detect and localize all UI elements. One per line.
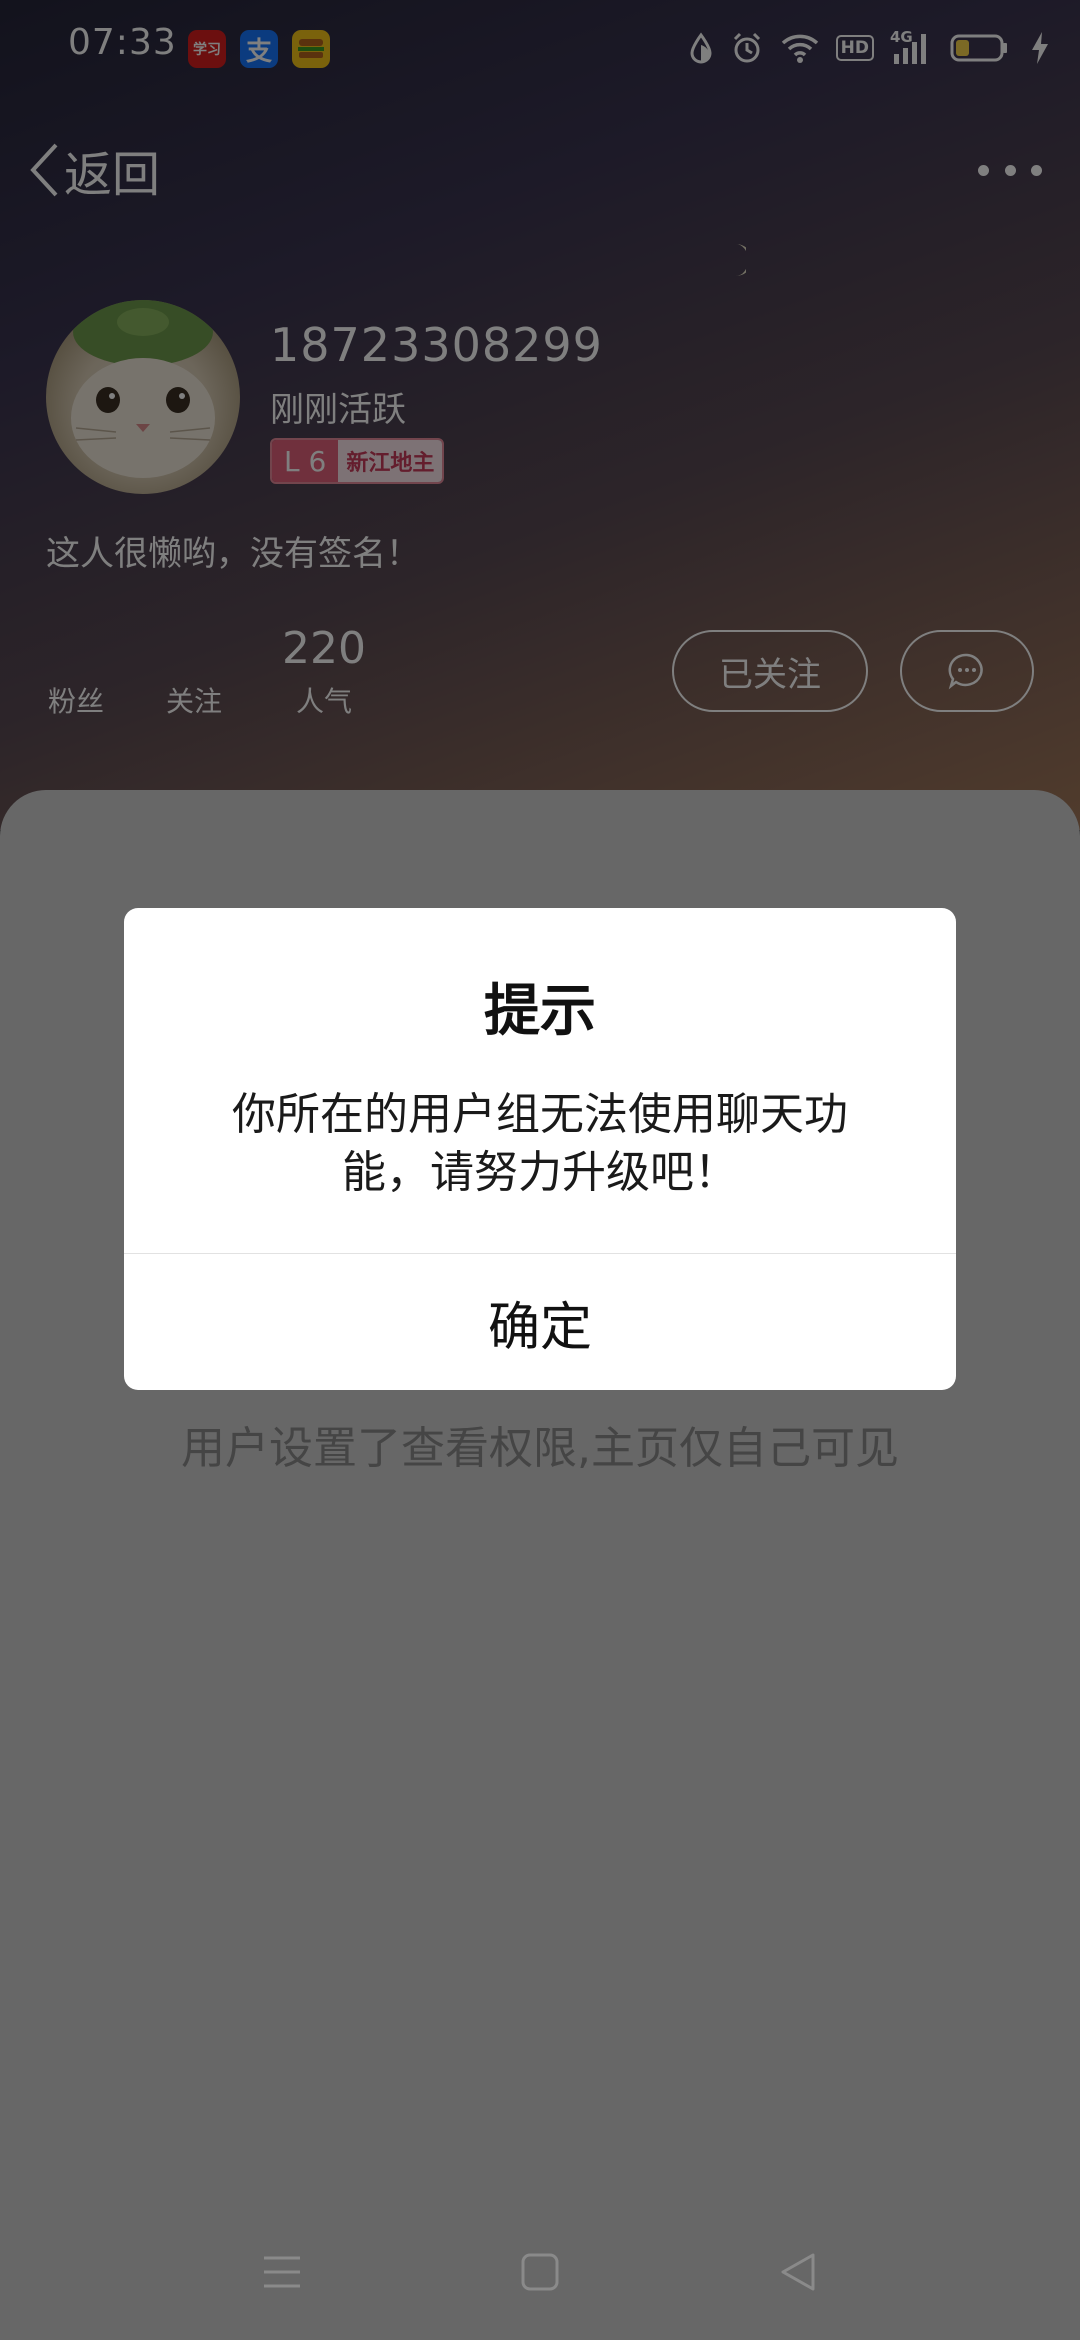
system-back-button[interactable] (756, 2230, 840, 2314)
profile-screen: 07:33 学习 支 (0, 0, 1080, 2340)
dialog-title: 提示 (484, 979, 596, 1044)
home-square-icon (521, 2253, 559, 2291)
menu-icon (264, 2256, 300, 2288)
recent-apps-button[interactable] (240, 2230, 324, 2314)
dialog-message: 你所在的用户组无法使用聊天功能，请努力升级吧！ (232, 1089, 848, 1198)
confirm-button[interactable]: 确定 (124, 1254, 956, 1390)
alert-dialog: 提示 你所在的用户组无法使用聊天功能，请努力升级吧！ 确定 (124, 908, 956, 1390)
system-navigation-bar (0, 2230, 1080, 2314)
home-button[interactable] (498, 2230, 582, 2314)
back-triangle-icon (781, 2253, 815, 2291)
